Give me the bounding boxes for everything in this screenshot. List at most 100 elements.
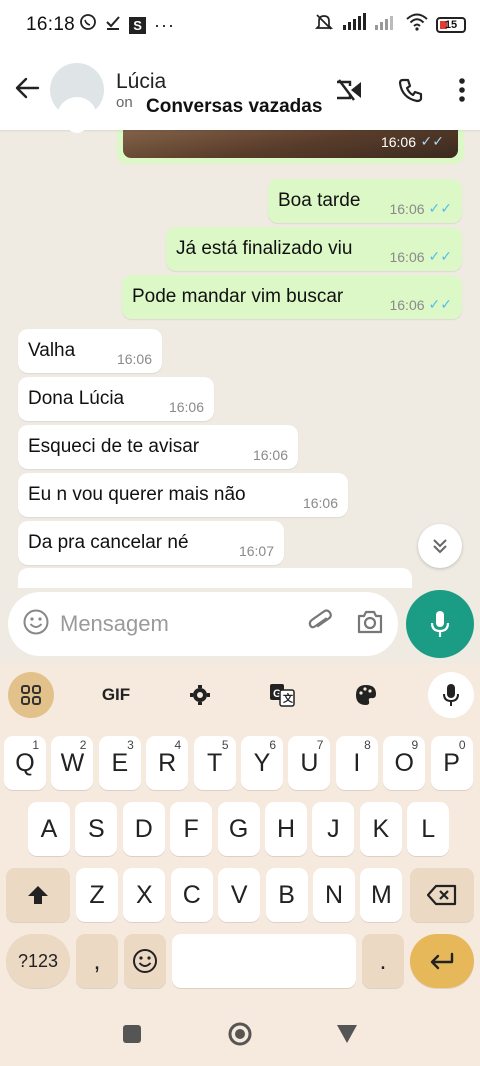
emoji-key[interactable] bbox=[124, 934, 166, 988]
double-chevron-down-icon bbox=[433, 539, 447, 554]
enter-key[interactable] bbox=[410, 934, 474, 988]
incoming-message[interactable]: Esqueci de te avisar 16:06 bbox=[18, 425, 298, 469]
key-label: K bbox=[372, 814, 390, 843]
letter-key[interactable]: C bbox=[170, 868, 213, 922]
letter-key[interactable]: D bbox=[122, 802, 165, 856]
read-receipt-icon: ✓✓ bbox=[420, 133, 444, 149]
message-text: Da pra cancelar né bbox=[28, 532, 189, 553]
avatar[interactable] bbox=[50, 63, 104, 133]
letter-key[interactable]: I8 bbox=[335, 736, 378, 790]
letter-key[interactable]: T5 bbox=[193, 736, 236, 790]
chat-area[interactable]: 16:06 ✓✓ Boa tarde 16:06 ✓✓ Já está fina… bbox=[0, 130, 480, 588]
key-hint-number: 3 bbox=[127, 738, 134, 752]
message-time: 16:07 bbox=[238, 543, 274, 559]
recents-square-icon[interactable] bbox=[122, 1024, 142, 1049]
letter-key[interactable]: N bbox=[313, 868, 355, 922]
incoming-message[interactable]: Dona Lúcia 16:06 bbox=[18, 377, 214, 421]
grid-icon bbox=[21, 685, 41, 705]
letter-key[interactable]: Y6 bbox=[241, 736, 283, 790]
key-hint-number: 2 bbox=[79, 738, 87, 752]
space-key[interactable] bbox=[172, 934, 356, 988]
gif-button[interactable]: GIF bbox=[96, 672, 136, 718]
period-key[interactable]: . bbox=[362, 934, 404, 988]
signal-icon bbox=[374, 13, 398, 37]
read-receipt-icon: ✓✓ bbox=[428, 200, 452, 216]
apps-grid-button[interactable] bbox=[8, 672, 54, 718]
shift-key[interactable] bbox=[6, 868, 70, 922]
letter-key[interactable]: E3 bbox=[98, 736, 141, 790]
status-time: 16:18 bbox=[26, 14, 76, 35]
letter-key[interactable]: S bbox=[75, 802, 118, 856]
letter-key[interactable]: P0 bbox=[430, 736, 473, 790]
letter-key[interactable]: Q1 bbox=[4, 736, 46, 790]
keyboard-voice-button[interactable] bbox=[428, 672, 474, 718]
media-message[interactable]: 16:06 ✓✓ bbox=[117, 130, 464, 164]
voice-message-button[interactable] bbox=[406, 590, 474, 658]
key-label: L bbox=[421, 814, 436, 843]
outgoing-message[interactable]: Boa tarde 16:06 ✓✓ bbox=[268, 179, 462, 223]
back-triangle-icon[interactable] bbox=[336, 1024, 358, 1049]
letter-key[interactable]: H bbox=[265, 802, 307, 856]
key-hint-number: 0 bbox=[458, 738, 466, 752]
letter-key[interactable]: K bbox=[359, 802, 402, 856]
enter-arrow-icon bbox=[430, 952, 454, 970]
letter-key[interactable]: B bbox=[265, 868, 308, 922]
theme-palette-icon[interactable] bbox=[350, 672, 382, 718]
status-bar: 16:18 S ··· 15 bbox=[0, 0, 480, 50]
key-label: G bbox=[228, 814, 249, 843]
letter-key[interactable]: J bbox=[312, 802, 355, 856]
home-circle-icon[interactable] bbox=[228, 1022, 252, 1051]
back-arrow-icon[interactable] bbox=[14, 73, 50, 107]
letter-key[interactable]: M bbox=[360, 868, 403, 922]
comma-key[interactable]: , bbox=[76, 934, 118, 988]
microphone-icon bbox=[430, 611, 450, 637]
key-hint-number: 7 bbox=[316, 738, 324, 752]
letter-key[interactable]: O9 bbox=[383, 736, 426, 790]
key-label: A bbox=[40, 814, 58, 843]
more-options-icon[interactable] bbox=[458, 77, 466, 103]
message-time: 16:06 bbox=[380, 134, 416, 150]
emoji-icon bbox=[133, 949, 157, 973]
letter-key[interactable]: G bbox=[217, 802, 260, 856]
translate-icon[interactable]: G文 bbox=[266, 672, 298, 718]
camera-icon[interactable] bbox=[356, 609, 384, 640]
incoming-message[interactable]: Da pra cancelar né 16:07 bbox=[18, 521, 284, 565]
more-dots-icon: ··· bbox=[154, 14, 176, 35]
letter-key[interactable]: L bbox=[407, 802, 450, 856]
incoming-message-partial[interactable] bbox=[18, 568, 412, 588]
media-image[interactable]: 16:06 ✓✓ bbox=[123, 130, 458, 158]
backspace-key[interactable] bbox=[410, 868, 474, 922]
key-label: F bbox=[183, 814, 199, 843]
letter-key[interactable]: Z bbox=[76, 868, 118, 922]
message-text: Dona Lúcia bbox=[28, 388, 125, 409]
scroll-to-bottom-button[interactable] bbox=[418, 524, 462, 568]
outgoing-message[interactable]: Pode mandar vim buscar 16:06 ✓✓ bbox=[122, 275, 462, 319]
message-time: 16:06 bbox=[168, 399, 204, 415]
shift-arrow-icon bbox=[28, 886, 48, 904]
letter-key[interactable]: W2 bbox=[51, 736, 94, 790]
settings-gear-icon[interactable] bbox=[184, 672, 216, 718]
letter-key[interactable]: U7 bbox=[288, 736, 331, 790]
letter-key[interactable]: A bbox=[28, 802, 70, 856]
letter-key[interactable]: R4 bbox=[146, 736, 189, 790]
outgoing-message[interactable]: Já está finalizado viu 16:06 ✓✓ bbox=[166, 227, 462, 271]
message-text: Esqueci de te avisar bbox=[28, 436, 200, 457]
message-placeholder: Mensagem bbox=[60, 611, 169, 636]
voice-call-icon[interactable] bbox=[398, 77, 424, 103]
key-label: T bbox=[206, 748, 223, 777]
incoming-message[interactable]: Valha 16:06 bbox=[18, 329, 162, 373]
letter-key[interactable]: F bbox=[170, 802, 213, 856]
key-label: Y bbox=[253, 748, 271, 777]
emoji-icon[interactable] bbox=[22, 608, 50, 641]
attach-icon[interactable] bbox=[306, 608, 334, 641]
message-text: Já está finalizado viu bbox=[176, 238, 353, 259]
key-hint-number: 1 bbox=[32, 738, 39, 752]
video-call-icon[interactable] bbox=[334, 78, 364, 102]
letter-key[interactable]: X bbox=[123, 868, 166, 922]
symbols-key[interactable]: ?123 bbox=[6, 934, 70, 988]
letter-key[interactable]: V bbox=[218, 868, 261, 922]
key-label: I bbox=[353, 748, 361, 777]
incoming-message[interactable]: Eu n vou querer mais não 16:06 bbox=[18, 473, 348, 517]
message-input[interactable]: Mensagem bbox=[8, 592, 398, 656]
key-label: J bbox=[327, 814, 340, 843]
